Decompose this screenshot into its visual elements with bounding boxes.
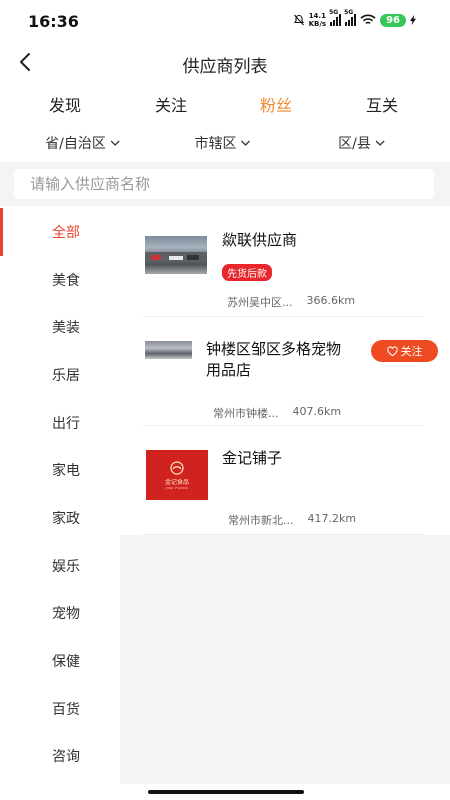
- supplier-list: 歘联供应商 先货后款 苏州吴中区... 366.6km 钟楼区邹区多格宠物 用品…: [120, 208, 450, 535]
- region-filters: 省/自治区 市辖区 区/县: [0, 128, 450, 158]
- district-filter-label: 区/县: [338, 136, 371, 152]
- sidebar-item-housekeeping[interactable]: 家政: [0, 494, 118, 542]
- relation-tabs: 发现 关注 粉丝 互关: [0, 88, 450, 122]
- sidebar-item-health[interactable]: 保健: [0, 637, 118, 685]
- sidebar-item-home[interactable]: 乐居: [0, 351, 118, 399]
- follow-button[interactable]: 关注: [371, 340, 438, 362]
- brand-logo-icon: [170, 460, 184, 475]
- tab-discover[interactable]: 发现: [49, 92, 81, 116]
- sidebar-item-beauty[interactable]: 美装: [0, 303, 118, 351]
- supplier-location: 苏州吴中区...: [227, 296, 293, 309]
- supplier-distance: 407.6km: [292, 405, 342, 418]
- city-filter-label: 市辖区: [194, 136, 237, 152]
- heart-icon: [386, 345, 398, 356]
- search-input[interactable]: [14, 169, 434, 199]
- charging-icon: [410, 15, 416, 25]
- sidebar-item-consulting[interactable]: 咨询: [0, 733, 118, 781]
- signal-icon: 5G: [329, 9, 342, 26]
- supplier-card[interactable]: 金记食品 JINJI FOODS 金记铺子 常州市新北... 417.2km: [142, 426, 424, 535]
- supplier-name: 金记铺子: [222, 449, 283, 467]
- logo-subtext: JINJI FOODS: [165, 485, 189, 490]
- supplier-thumbnail: [145, 341, 192, 359]
- logo-text: 金记食品: [164, 478, 189, 486]
- chevron-down-icon: [110, 140, 120, 146]
- search-bar: [0, 162, 450, 206]
- sidebar-item-travel[interactable]: 出行: [0, 399, 118, 447]
- header: 供应商列表: [0, 40, 450, 86]
- supplier-card[interactable]: 钟楼区邹区多格宠物 用品店 关注 常州市钟楼... 407.6km: [142, 317, 438, 426]
- province-filter[interactable]: 省/自治区: [45, 133, 121, 153]
- supplier-location: 常州市钟楼...: [213, 407, 279, 420]
- net-speed: 14.1 KB/s: [308, 12, 327, 28]
- signal-icon: 5G: [344, 9, 357, 26]
- status-icons: 14.1 KB/s 5G 5G 96: [293, 9, 416, 28]
- chevron-down-icon: [241, 140, 250, 146]
- supplier-name: 歘联供应商: [222, 231, 298, 249]
- sidebar-item-food[interactable]: 美食: [0, 256, 118, 304]
- supplier-meta: 常州市钟楼... 407.6km: [213, 405, 341, 421]
- province-filter-label: 省/自治区: [45, 136, 106, 152]
- sidebar-item-all[interactable]: 全部: [0, 208, 118, 256]
- wifi-icon: [360, 14, 376, 24]
- supplier-distance: 366.6km: [306, 294, 356, 307]
- status-time: 16:36: [28, 12, 79, 31]
- tab-fans[interactable]: 粉丝: [260, 92, 292, 116]
- mute-icon: [293, 14, 304, 26]
- status-bar: 16:36 14.1 KB/s 5G 5G 96: [0, 0, 450, 40]
- sidebar-item-entertainment[interactable]: 娱乐: [0, 542, 118, 590]
- category-sidebar: 全部 美食 美装 乐居 出行 家电 家政 娱乐 宠物 保健 百货 咨询: [0, 208, 118, 788]
- follow-button-label: 关注: [400, 345, 423, 358]
- chevron-down-icon: [375, 140, 385, 146]
- supplier-location: 常州市新北...: [228, 514, 294, 527]
- supplier-card[interactable]: 歘联供应商 先货后款 苏州吴中区... 366.6km: [142, 208, 424, 317]
- supplier-thumbnail: [145, 236, 207, 274]
- district-filter[interactable]: 区/县: [338, 133, 386, 153]
- sidebar-item-pets[interactable]: 宠物: [0, 590, 118, 638]
- supplier-list-area: 歘联供应商 先货后款 苏州吴中区... 366.6km 钟楼区邹区多格宠物 用品…: [120, 208, 450, 784]
- tab-following[interactable]: 关注: [155, 92, 187, 116]
- city-filter[interactable]: 市辖区: [195, 133, 252, 153]
- page-title: 供应商列表: [182, 57, 268, 77]
- sidebar-item-appliances[interactable]: 家电: [0, 446, 118, 494]
- home-indicator: [148, 790, 304, 794]
- battery-indicator: 96: [380, 13, 406, 27]
- tab-mutual[interactable]: 互关: [366, 92, 398, 116]
- supplier-logo: 金记食品 JINJI FOODS: [146, 450, 208, 500]
- supplier-meta: 苏州吴中区... 366.6km: [227, 294, 355, 310]
- supplier-meta: 常州市新北... 417.2km: [228, 512, 356, 528]
- supplier-distance: 417.2km: [307, 512, 357, 525]
- payment-tag-badge: 先货后款: [222, 264, 272, 281]
- supplier-name: 钟楼区邹区多格宠物 用品店: [206, 340, 342, 379]
- sidebar-item-general-goods[interactable]: 百货: [0, 685, 118, 733]
